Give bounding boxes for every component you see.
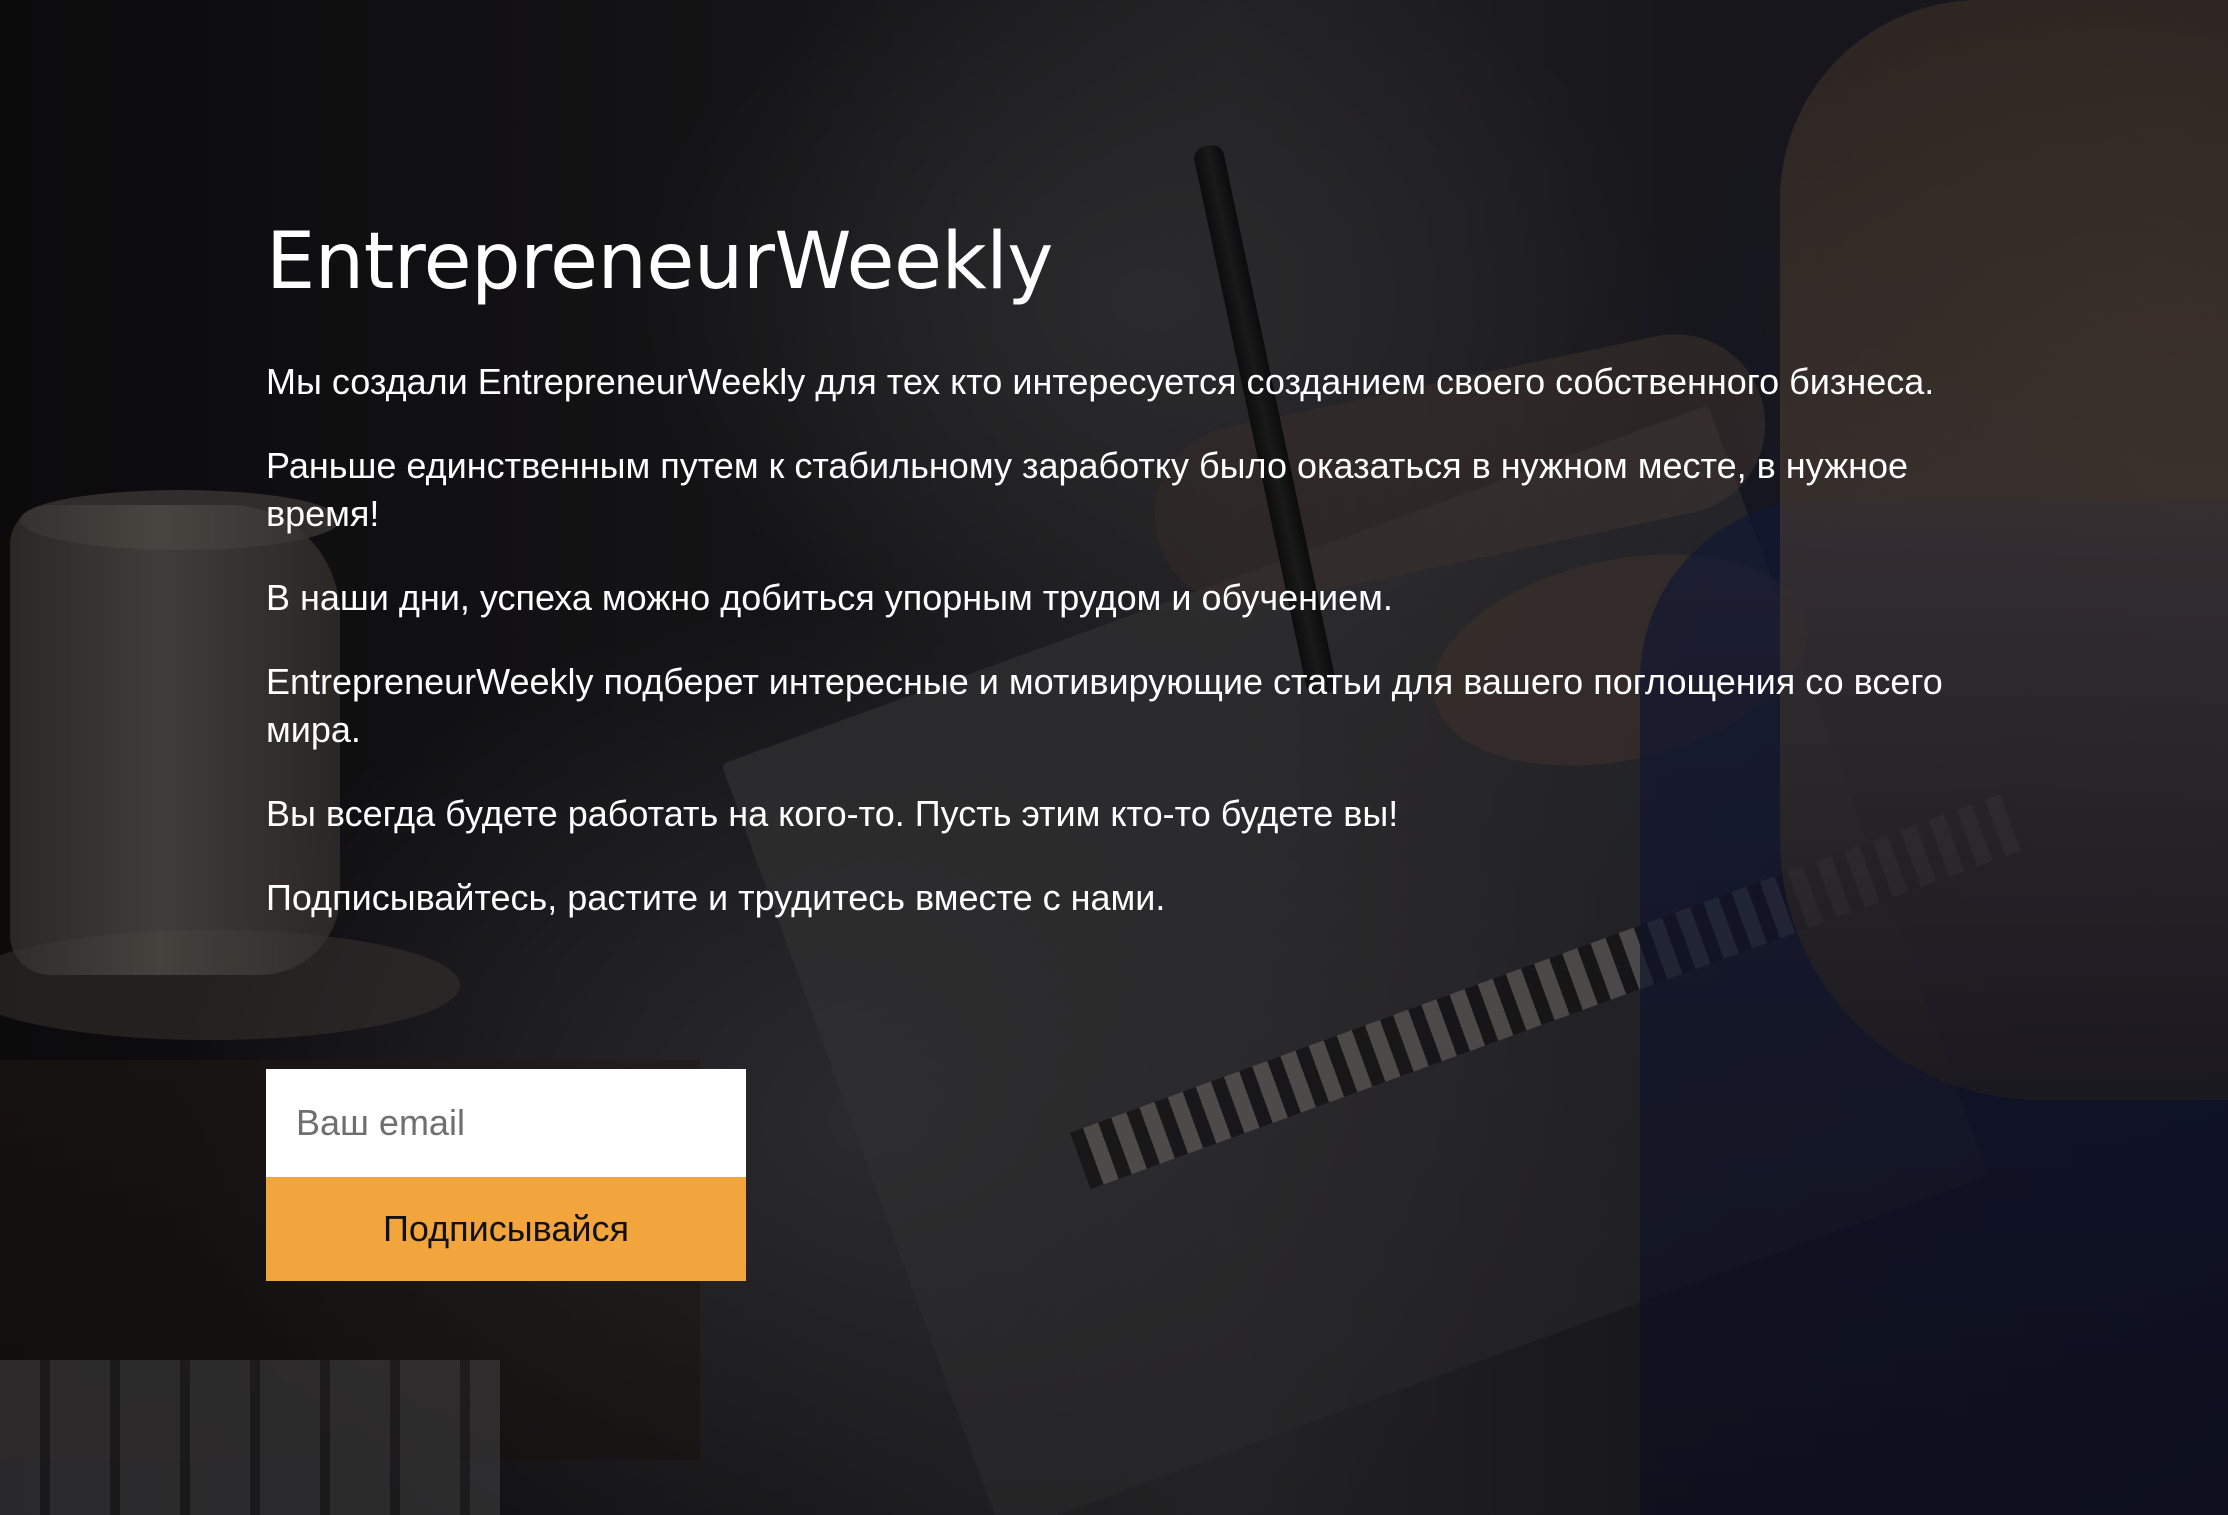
subscribe-form: Подписывайся [266, 1069, 746, 1281]
email-input[interactable] [266, 1069, 746, 1177]
articles-paragraph: EntrepreneurWeekly подберет интересные и… [266, 660, 1943, 750]
present-paragraph: В наши дни, успеха можно добиться упорны… [266, 576, 1393, 618]
intro-paragraph: Мы создали EntrepreneurWeekly для тех кт… [266, 360, 1935, 402]
hero-content: EntrepreneurWeekly Мы создали Entreprene… [266, 217, 1986, 958]
past-paragraph: Раньше единственным путем к стабильному … [266, 444, 1909, 534]
call-to-action-paragraph: Подписывайтесь, растите и трудитесь вмес… [266, 876, 1166, 918]
subscribe-button[interactable]: Подписывайся [266, 1177, 746, 1281]
motivation-paragraph: Вы всегда будете работать на кого-то. Пу… [266, 792, 1399, 834]
brand-title: EntrepreneurWeekly [266, 217, 1053, 307]
